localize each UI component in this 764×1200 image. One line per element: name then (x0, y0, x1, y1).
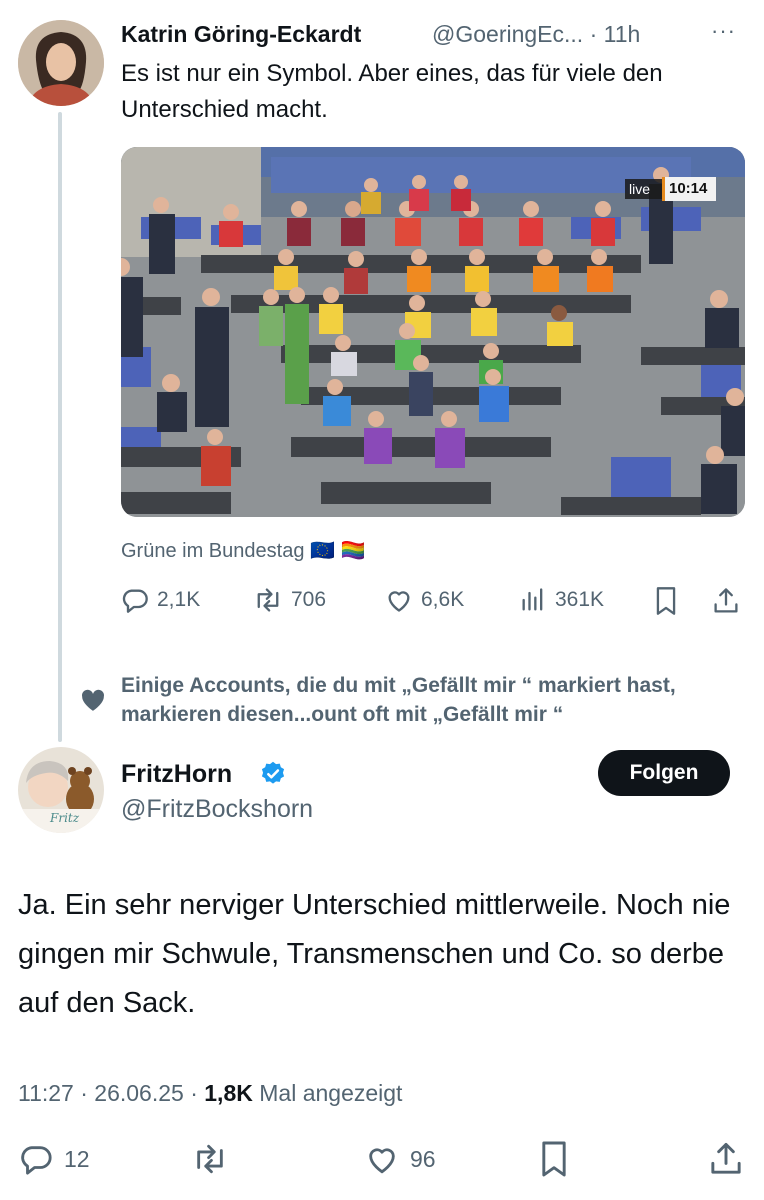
avatar-caption: Fritz (50, 811, 80, 825)
repost-icon (257, 588, 279, 612)
like-count: 6,6K (421, 588, 465, 611)
social-context-text[interactable]: Einige Accounts, die du mit „Gefällt mir… (121, 671, 741, 729)
reply-views-label: Mal angezeigt (259, 1080, 403, 1106)
like-button[interactable]: 6,6K (385, 586, 464, 614)
views-icon (522, 588, 543, 611)
like-icon (369, 1148, 395, 1174)
heart-icon (80, 688, 106, 717)
verified-badge-icon (259, 760, 287, 793)
reply-reply-button[interactable]: 12 (18, 1142, 90, 1176)
tweet-media-image[interactable]: live 10:14 (121, 147, 745, 517)
reply-button[interactable]: 2,1K (121, 586, 200, 614)
reply-like-count: 96 (410, 1145, 436, 1172)
reply-time[interactable]: 11:27 · 26.06.25 · (18, 1080, 204, 1106)
views-count: 361K (555, 588, 605, 611)
reply-bookmark-button[interactable] (538, 1140, 570, 1178)
bookmark-icon (542, 1141, 566, 1177)
reply-avatar[interactable]: Fritz (18, 747, 104, 833)
reply-repost-button[interactable] (190, 1142, 230, 1176)
reply-tweet-text: Ja. Ein sehr nerviger Unterschied mittle… (18, 889, 731, 1019)
parent-handle-time[interactable]: @GoeringEc... · 11h (432, 21, 640, 48)
reply-views-count: 1,8K (204, 1080, 253, 1106)
reply-share-button[interactable] (708, 1140, 744, 1178)
like-icon (388, 591, 410, 612)
reply-like-button[interactable]: 96 (364, 1142, 436, 1176)
parent-tweet-text: Es ist nur ein Symbol. Aber eines, das f… (121, 60, 663, 123)
bookmark-button[interactable] (653, 586, 679, 616)
parent-avatar[interactable] (18, 20, 104, 106)
bookmark-icon (656, 587, 676, 615)
reply-count: 2,1K (157, 588, 201, 611)
share-icon (711, 1142, 741, 1174)
share-icon (714, 588, 738, 613)
repost-count: 706 (291, 588, 327, 611)
reply-timestamp-row: 11:27 · 26.06.25 · 1,8K Mal angezeigt (18, 1080, 402, 1107)
reply-reply-count: 12 (64, 1145, 90, 1172)
reply-handle[interactable]: @FritzBockshorn (121, 795, 313, 824)
more-options-icon[interactable]: ··· (711, 18, 736, 44)
share-button[interactable] (712, 586, 740, 616)
source-label[interactable]: Grüne im Bundestag 🇪🇺 🏳️‍🌈 (121, 538, 365, 563)
follow-button[interactable]: Folgen (598, 750, 730, 796)
repost-icon (197, 1144, 223, 1174)
reply-icon (122, 589, 148, 613)
repost-button[interactable]: 706 (253, 586, 326, 614)
parent-author-name[interactable]: Katrin Göring-Eckardt (121, 21, 361, 48)
thread-line (58, 112, 62, 742)
reply-author-name[interactable]: FritzHorn (121, 760, 232, 789)
views-button[interactable]: 361K (519, 586, 604, 614)
live-label: live (629, 181, 651, 197)
live-clock: 10:14 (669, 180, 708, 197)
reply-icon (21, 1146, 52, 1175)
